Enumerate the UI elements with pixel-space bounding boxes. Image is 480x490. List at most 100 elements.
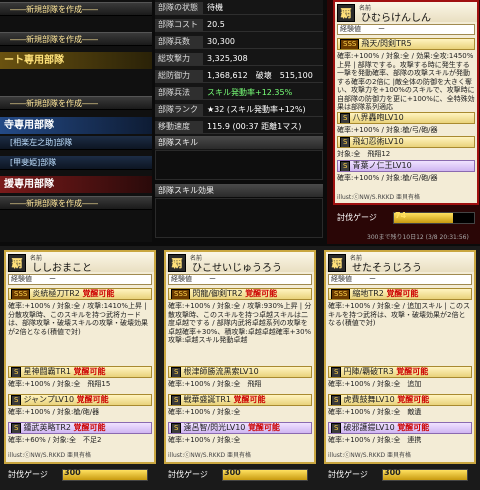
- skill-2[interactable]: S 八界轟咆LV10: [337, 112, 475, 124]
- status-label: 部隊ランク: [155, 104, 203, 116]
- skill-line: 確率:+100% / 対象:槍/砲/器: [8, 408, 100, 416]
- general-card-top[interactable]: 覇 名前 ひむらけんしん 経験値ー SSS 飛天/閃剣TR5 確率:+100% /…: [333, 0, 479, 205]
- general-name: ひこせいじゅうろう: [192, 263, 282, 274]
- skill-name: 八界轟咆LV10: [352, 113, 404, 122]
- s-badge: S: [331, 367, 342, 377]
- s-badge: S: [171, 423, 182, 433]
- gauge-value: 300: [64, 468, 81, 477]
- skill-line: 確率:+100% / 対象:全 連携: [328, 436, 422, 444]
- card-header: 覇 名前 ししおまこと: [6, 252, 154, 274]
- general-card[interactable]: 覇 名前 ししおまこと 経験値ー SSS 炎統極刀TR2 覚醒可能 確率:+100…: [4, 250, 156, 464]
- general-card[interactable]: 覇 名前 ひこせいじゅうろう 経験値ー SSS 閃龍/御剣TR2 覚醒可能 確率:…: [164, 250, 316, 464]
- xp-row: 経験値 ー: [328, 274, 472, 285]
- new-unit-button-3[interactable]: ――新規部隊を作成――: [0, 96, 152, 110]
- rarity-icon: 覇: [328, 254, 346, 272]
- skill-4[interactable]: S 遠呂智/閃光LV10 覚醒可能: [168, 422, 312, 434]
- skill-3[interactable]: S 虎費鼓舞LV10 覚醒可能: [328, 394, 472, 406]
- card-panel-1: 覇 名前 ししおまこと 経験値ー SSS 炎統極刀TR2 覚醒可能 確率:+100…: [0, 246, 160, 490]
- s-badge: S: [11, 395, 22, 405]
- skill-name: 青葉ノ仁王LV10: [352, 161, 412, 170]
- status-label: 総攻撃力: [155, 53, 203, 65]
- status-value: 20.5: [207, 20, 225, 29]
- skill-1[interactable]: SSS 炎統極刀TR2 覚醒可能: [8, 288, 152, 300]
- skill-3[interactable]: S ジャンプLV10 覚醒可能: [8, 394, 152, 406]
- card-panel-2: 覇 名前 ひこせいじゅうろう 経験値ー SSS 閃龍/御剣TR2 覚醒可能 確率:…: [160, 246, 320, 490]
- skill-4[interactable]: S 鍾武英略TR2 覚醒可能: [8, 422, 152, 434]
- general-name: ひむらけんしん: [361, 13, 431, 24]
- card-header: 覇 名前 せたそうじろう: [326, 252, 474, 274]
- skill-line: 確率:+100% / 対象:全 追加: [328, 380, 422, 388]
- gauge-value: 300: [224, 468, 241, 477]
- status-label: 移動速度: [155, 121, 203, 133]
- unit-header-gold[interactable]: ート専用部隊: [0, 52, 152, 69]
- gauge-label: 討伐ゲージ: [337, 213, 377, 222]
- illust-credit: illust:ⓒNW/S.RKKD 亜貝有格: [168, 452, 252, 459]
- skill-name: 戦華盛誕TR1: [183, 395, 231, 404]
- xp-value: ー: [49, 275, 56, 283]
- unit-header-red[interactable]: 援専用部隊: [0, 176, 152, 193]
- s-badge: S: [340, 137, 351, 147]
- awaken-tag: 覚醒可能: [73, 367, 106, 376]
- ssr-badge: SSS: [171, 289, 191, 299]
- xp-label: 経験値: [331, 275, 352, 283]
- status-row: 部隊ランク ★32 (スキル発動率+12%): [155, 104, 323, 117]
- unit-status-table: 部隊の状態 待機 部隊コスト 20.5 部隊兵数 30,300 総攻撃力 3,325,3…: [155, 0, 323, 154]
- unit-sub-kaihime[interactable]: [甲斐姫]部隊: [0, 156, 152, 170]
- unit-menu: ――新規部隊を作成―― ――新規部隊を作成―― ート専用部隊 ――新規部隊を作成…: [0, 0, 152, 242]
- xp-label: 経験値: [11, 275, 32, 283]
- skill-1[interactable]: SSS 縮地TR2 覚醒可能: [328, 288, 472, 300]
- skill-name: 飛幻忍術LV10: [352, 137, 404, 146]
- s-badge: S: [340, 113, 351, 123]
- skill-line: 対象:全 飛翔12: [337, 150, 391, 158]
- status-row: 部隊コスト 20.5: [155, 19, 323, 32]
- new-unit-button-1[interactable]: ――新規部隊を作成――: [0, 2, 152, 16]
- skill-name: 炎統極刀TR2: [32, 289, 80, 298]
- awaken-tag: 覚醒可能: [73, 423, 106, 432]
- awaken-tag: 覚醒可能: [397, 423, 430, 432]
- skill-description: 確率:+100% / 対象:全 / 攻撃:930%上昇 | 分散攻撃時、このスキ…: [168, 302, 312, 344]
- skill-name: 根津師勝流黒索LV10: [183, 367, 259, 376]
- skill-4[interactable]: S 破邪護鎧LV10 覚醒可能: [328, 422, 472, 434]
- s-badge: S: [11, 423, 22, 433]
- illust-credit: illust:ⓒNW/S.RKKD 亜貝有格: [8, 452, 92, 459]
- xp-label: 経験値: [340, 25, 361, 33]
- skill-2[interactable]: S 星神闘霸TR1 覚醒可能: [8, 366, 152, 378]
- xp-value: ー: [378, 25, 385, 33]
- general-card[interactable]: 覇 名前 せたそうじろう 経験値ー SSS 縮地TR2 覚醒可能 確率:+100%…: [324, 250, 476, 464]
- ssr-badge: SSS: [340, 39, 360, 49]
- skill-3[interactable]: S 戦華盛誕TR1 覚醒可能: [168, 394, 312, 406]
- awaken-tag: 覚醒可能: [245, 289, 278, 298]
- skill-line: 確率:+100% / 対象:全: [168, 408, 241, 416]
- skill-4[interactable]: S 青葉ノ仁王LV10: [337, 160, 475, 172]
- unit-skill-effect-body: [155, 198, 323, 238]
- skill-line: 確率:+100% / 対象:槍/弓/砲/器: [337, 126, 438, 134]
- new-unit-button-2[interactable]: ――新規部隊を作成――: [0, 32, 152, 46]
- skill-1[interactable]: SSS 閃龍/御剣TR2 覚醒可能: [168, 288, 312, 300]
- skill-line: 確率:+60% / 対象:全 不足2: [8, 436, 102, 444]
- unit-header-blue[interactable]: 寺専用部隊: [0, 117, 152, 134]
- top-card-panel: 覇 名前 ひむらけんしん 経験値ー SSS 飛天/閃剣TR5 確率:+100% /…: [327, 0, 480, 244]
- s-badge: S: [11, 367, 22, 377]
- awaken-tag: 覚醒可能: [386, 289, 419, 298]
- xp-row: 経験値 ー: [8, 274, 152, 285]
- gauge-label: 討伐ゲージ: [8, 470, 48, 479]
- rarity-icon: 覇: [168, 254, 186, 272]
- awaken-tag: 覚醒可能: [247, 423, 280, 432]
- awaken-tag: 覚醒可能: [396, 367, 429, 376]
- ssr-badge: SSS: [11, 289, 31, 299]
- skill-3[interactable]: S 飛幻忍術LV10: [337, 136, 475, 148]
- skill-1[interactable]: SSS 飛天/閃剣TR5: [337, 38, 475, 50]
- s-badge: S: [171, 395, 182, 405]
- skill-2[interactable]: S 根津師勝流黒索LV10: [168, 366, 312, 378]
- skill-2[interactable]: S 円陣/覇破TR3 覚醒可能: [328, 366, 472, 378]
- status-label: 部隊兵法: [155, 87, 203, 99]
- ssr-badge: SSS: [331, 289, 351, 299]
- s-badge: S: [331, 423, 342, 433]
- gauge-label: 討伐ゲージ: [328, 470, 368, 479]
- new-unit-button-4[interactable]: ――新規部隊を作成――: [0, 196, 152, 210]
- skill-name: 飛天/閃剣TR5: [361, 39, 412, 48]
- s-badge: S: [171, 367, 182, 377]
- unit-sub-sanosuke[interactable]: [相楽左之助]部隊: [0, 136, 152, 150]
- gauge-value: 300: [384, 468, 401, 477]
- status-row: 部隊兵法 スキル発動率+12.35%: [155, 87, 323, 100]
